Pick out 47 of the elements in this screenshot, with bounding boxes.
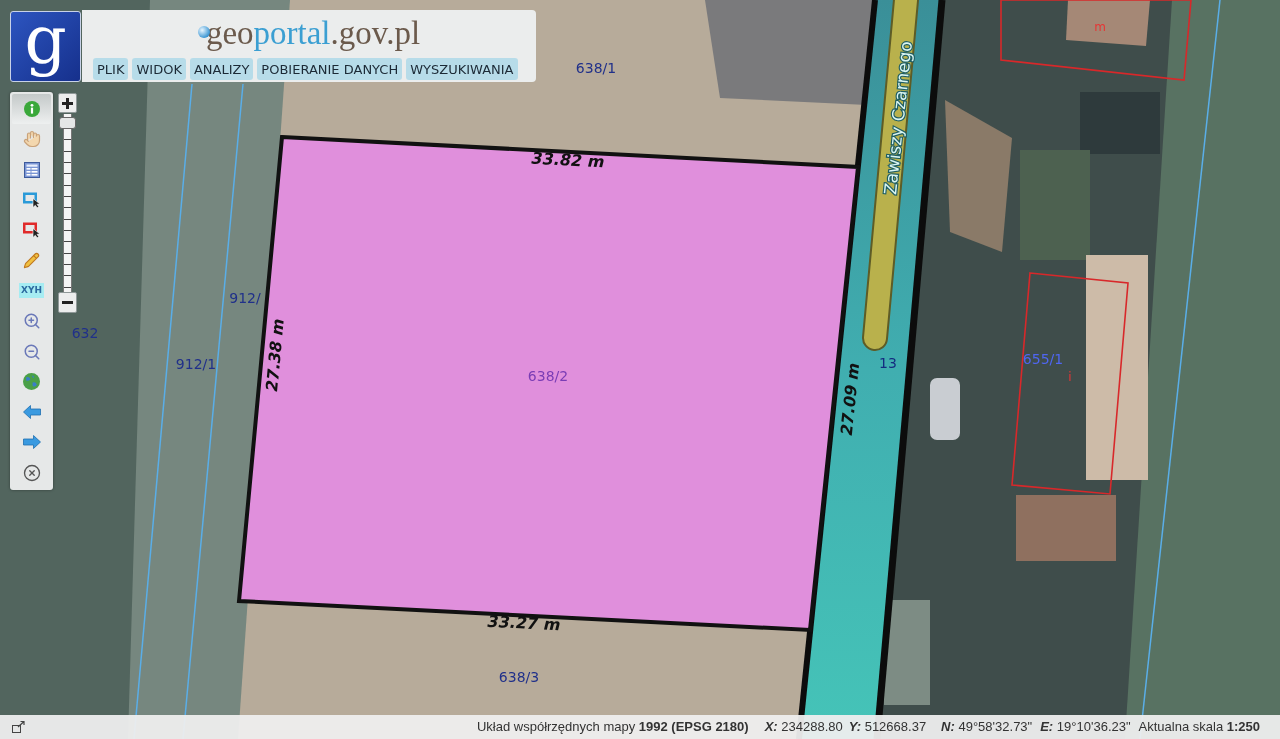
pencil-icon [23,252,40,270]
zoom-minus-button[interactable] [58,292,77,313]
parcel-number: 638/3 [498,669,540,685]
arrow-left-icon [22,405,41,420]
building-label: m [1094,20,1106,34]
parcel-number: 638/1 [575,60,617,76]
globe-icon [23,373,40,391]
menu-button[interactable]: ANALIZY [189,58,254,80]
dimension-label: 27.09 m [836,361,864,437]
building-label: i [1068,370,1072,384]
rectangle-cursor-icon [22,192,41,209]
arrow-right-icon [22,435,41,450]
plus-icon [62,97,73,109]
parcel-number: 13 [879,355,897,371]
coordinate-system-text: Układ współrzędnych mapy 1992 (EPSG 2180) [476,718,749,737]
table-icon [23,161,40,178]
parcel-number: 912/1 [175,356,217,372]
street-name: Zawiszy Czarnego [880,40,916,196]
menu-button[interactable]: WIDOK [132,58,186,80]
coordinate-reading: E: 19°10'36.23" [1040,718,1131,737]
info-icon [23,101,40,118]
parcel-number: 655/1 [1022,351,1064,367]
parcel-number: 912/ [229,290,261,306]
zoom-plus-button[interactable] [58,93,77,113]
parcel-number: 638/2 [527,368,569,384]
logo-tile[interactable]: g [10,11,81,82]
rectangle-cursor-icon [22,222,41,239]
zoom-out-icon [22,342,41,361]
zoom-in-icon [22,312,41,331]
window-arrow-icon[interactable] [12,721,25,733]
minus-icon [62,301,73,304]
xyh-button[interactable]: XYH [12,275,51,307]
dimension-label: 27.38 m [262,317,288,393]
menu-button[interactable]: PLIK [93,58,129,80]
zoom-slider-thumb[interactable] [59,117,76,130]
coordinate-reading: N: 49°58'32.73" [941,718,1033,737]
map-scale-text: Aktualna skala 1:250 [1138,718,1260,737]
info-button[interactable] [12,94,51,125]
site-title: geoportal.gov.pl [205,14,421,52]
menu-button[interactable]: WYSZUKIWANIA [406,58,518,80]
coordinate-reading: Y: 512668.37 [848,718,927,737]
hand-icon [22,130,41,149]
dimension-label: 33.27 m [487,611,561,635]
dimension-label: 33.82 m [531,148,605,172]
coordinate-reading: X: 234288.80 [764,718,843,737]
circle-x-icon [22,463,41,482]
menu-button[interactable]: POBIERANIE DANYCH [257,58,403,80]
